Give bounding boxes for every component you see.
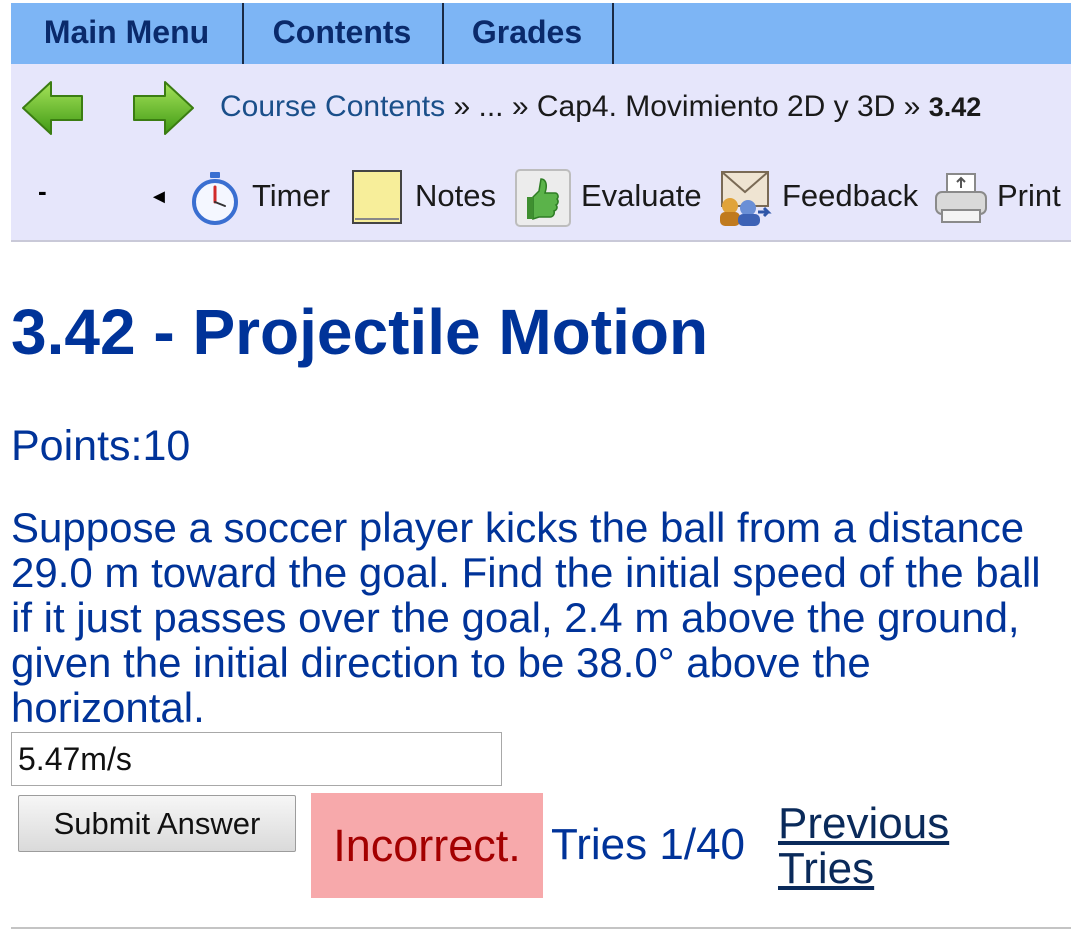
result-status-badge: Incorrect. [311, 793, 543, 898]
print-label: Print [997, 178, 1061, 213]
page-title: 3.42 - Projectile Motion [11, 296, 709, 368]
submit-answer-button[interactable]: Submit Answer [18, 795, 296, 852]
tool-row: - ◄ Timer Notes Evaluate Feedback Print [11, 164, 1071, 232]
notes-icon [351, 168, 405, 231]
feedback-button[interactable]: Feedback [714, 164, 924, 232]
printer-icon [933, 172, 989, 231]
question-text: Suppose a soccer player kicks the ball f… [11, 504, 1041, 731]
dash-text: - [38, 176, 47, 206]
feedback-label: Feedback [782, 178, 919, 213]
bottom-divider [11, 927, 1071, 929]
navigation-panel: Course Contents » ... » Cap4. Movimiento… [11, 64, 1071, 242]
back-arrow-icon[interactable] [19, 76, 87, 145]
feedback-mail-icon [714, 168, 772, 233]
print-button[interactable]: Print [933, 164, 1069, 232]
tries-counter: Tries 1/40 [551, 820, 746, 869]
breadcrumb-ellipsis[interactable]: ... [478, 90, 503, 123]
breadcrumb-current: 3.42 [928, 92, 982, 122]
tab-grades[interactable]: Grades [442, 3, 614, 64]
timer-button[interactable]: Timer [189, 164, 339, 232]
answer-input[interactable] [11, 732, 502, 786]
points-text: Points:10 [11, 422, 191, 470]
breadcrumb-separator: » [503, 90, 537, 123]
breadcrumb-course-contents-link[interactable]: Course Contents [220, 90, 445, 123]
notes-label: Notes [415, 178, 496, 213]
previous-tries-link[interactable]: Previous Tries [778, 801, 978, 891]
tab-contents[interactable]: Contents [242, 3, 444, 64]
notes-button[interactable]: Notes [351, 164, 503, 232]
breadcrumb-chapter[interactable]: Cap4. Movimiento 2D y 3D [537, 90, 895, 123]
breadcrumb-separator: » [445, 90, 479, 123]
tab-main-menu[interactable]: Main Menu [11, 3, 244, 64]
forward-arrow-icon[interactable] [129, 76, 197, 145]
evaluate-label: Evaluate [581, 178, 702, 213]
breadcrumb: Course Contents » ... » Cap4. Movimiento… [220, 90, 981, 124]
collapse-triangle-icon[interactable]: ◄ [149, 186, 169, 209]
timer-label: Timer [252, 178, 331, 213]
evaluate-button[interactable]: Evaluate [515, 164, 705, 232]
top-menu-bar: Main Menu Contents Grades [11, 3, 1071, 64]
thumbs-up-icon [515, 169, 571, 232]
stopwatch-icon [189, 170, 241, 231]
breadcrumb-separator: » [895, 90, 929, 123]
